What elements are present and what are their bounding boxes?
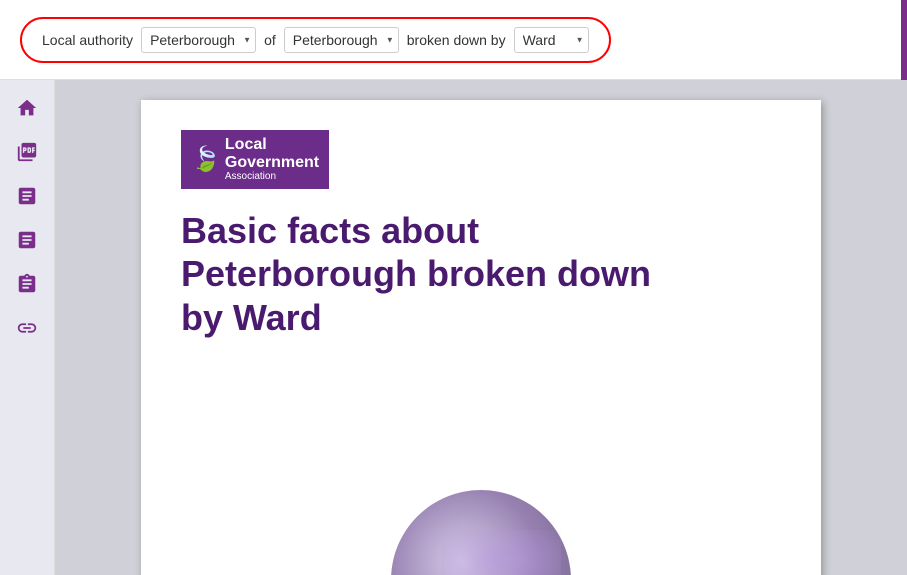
label-of: of xyxy=(264,32,276,48)
label-broken-down-by: broken down by xyxy=(407,32,506,48)
document-area: 🍃 Local Government Association Basic fac… xyxy=(55,80,907,575)
link-icon[interactable] xyxy=(9,310,45,346)
report-icon[interactable] xyxy=(9,266,45,302)
main-layout: 🍃 Local Government Association Basic fac… xyxy=(0,80,907,575)
globe-image xyxy=(381,490,581,575)
local-authority-select[interactable]: Peterborough xyxy=(141,27,256,53)
home-icon[interactable] xyxy=(9,90,45,126)
area-select[interactable]: Peterborough Birmingham Leeds xyxy=(284,27,399,53)
sidebar xyxy=(0,80,55,575)
breakdown-select-wrapper[interactable]: Ward District County xyxy=(514,27,589,53)
lga-government-text: Government xyxy=(225,154,319,172)
lga-association-text: Association xyxy=(225,171,319,183)
filter-bar: Local authority Peterborough of Peterbor… xyxy=(20,17,611,63)
word-icon-2[interactable] xyxy=(9,222,45,258)
lga-leaf-icon: 🍃 xyxy=(191,145,221,174)
doc-title-line3: by Ward xyxy=(181,297,322,338)
breakdown-select[interactable]: Ward District County xyxy=(514,27,589,53)
doc-title-line1: Basic facts about xyxy=(181,210,479,251)
lga-logo-box: 🍃 Local Government Association xyxy=(181,130,329,189)
word-icon-1[interactable] xyxy=(9,178,45,214)
pdf-icon[interactable] xyxy=(9,134,45,170)
local-authority-select-wrapper[interactable]: Peterborough xyxy=(141,27,256,53)
document-title: Basic facts about Peterborough broken do… xyxy=(181,209,781,339)
purple-accent-bar xyxy=(901,0,907,80)
document: 🍃 Local Government Association Basic fac… xyxy=(141,100,821,575)
doc-title-line2: Peterborough broken down xyxy=(181,253,651,294)
area-select-wrapper[interactable]: Peterborough Birmingham Leeds xyxy=(284,27,399,53)
toolbar: Local authority Peterborough of Peterbor… xyxy=(0,0,907,80)
lga-logo: 🍃 Local Government Association xyxy=(181,130,781,189)
lga-logo-text: Local Government Association xyxy=(225,136,319,183)
label-local-authority: Local authority xyxy=(42,32,133,48)
globe-blur xyxy=(441,530,561,575)
lga-local-text: Local xyxy=(225,136,319,154)
